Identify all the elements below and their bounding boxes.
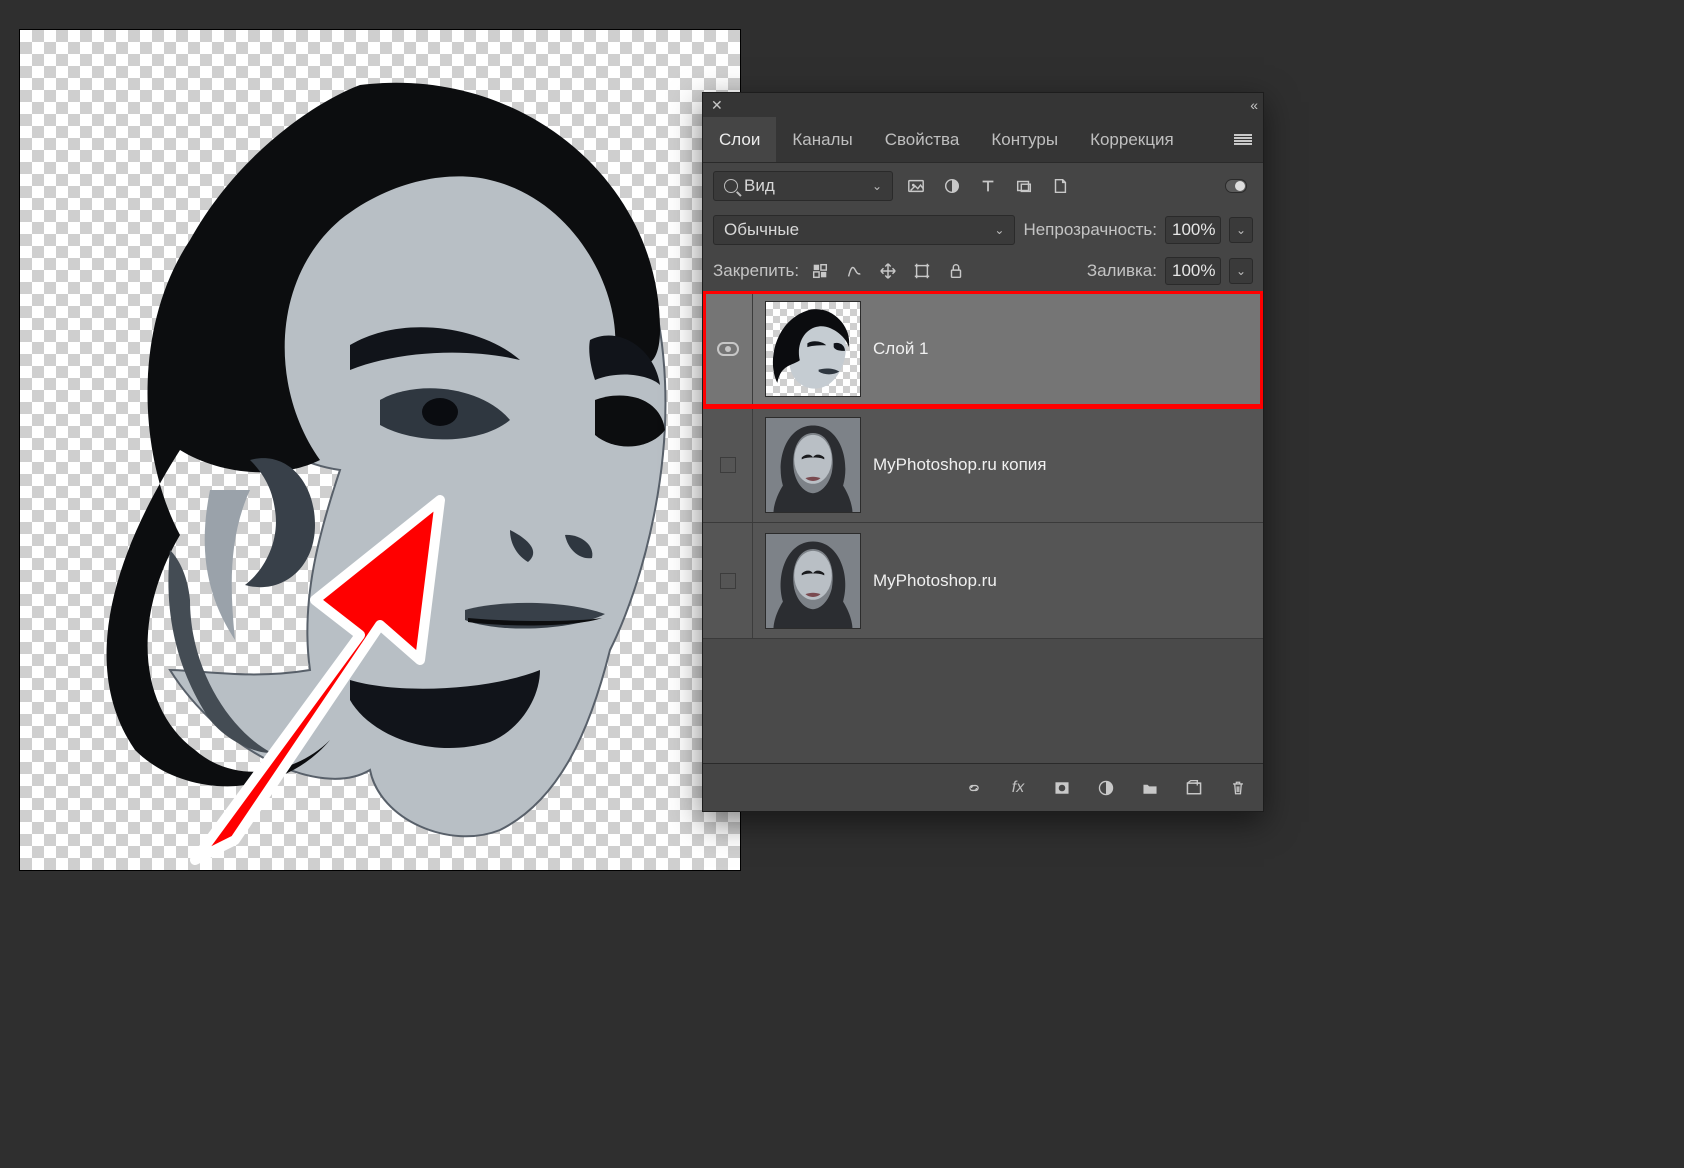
filter-kind-label: Вид bbox=[744, 176, 775, 196]
layer-thumbnail[interactable] bbox=[765, 533, 861, 629]
group-icon[interactable] bbox=[1139, 777, 1161, 799]
blend-opacity-row: Обычные ⌄ Непрозрачность: 100% ⌄ bbox=[703, 209, 1263, 251]
new-layer-icon[interactable] bbox=[1183, 777, 1205, 799]
tab-properties[interactable]: Свойства bbox=[869, 117, 976, 162]
chevron-down-icon: ⌄ bbox=[994, 223, 1004, 237]
tab-layers[interactable]: Слои bbox=[703, 117, 776, 162]
search-icon bbox=[724, 179, 738, 193]
layer-row[interactable]: MyPhotoshop.ru bbox=[703, 523, 1263, 639]
blend-mode-value: Обычные bbox=[724, 220, 799, 240]
opacity-label: Непрозрачность: bbox=[1023, 220, 1157, 240]
link-icon[interactable] bbox=[963, 777, 985, 799]
layer-row[interactable]: Слой 1 bbox=[703, 291, 1263, 407]
lock-transparency-icon[interactable] bbox=[807, 258, 833, 284]
tab-paths[interactable]: Контуры bbox=[975, 117, 1074, 162]
pixel-layer-icon[interactable] bbox=[903, 173, 929, 199]
layer-name-label[interactable]: MyPhotoshop.ru копия bbox=[873, 455, 1047, 475]
adjustment-circle-icon[interactable] bbox=[939, 173, 965, 199]
lock-label: Закрепить: bbox=[713, 261, 799, 281]
shape-icon[interactable] bbox=[1011, 173, 1037, 199]
layer-thumbnail[interactable] bbox=[765, 301, 861, 397]
tab-label: Слои bbox=[719, 130, 760, 150]
lock-artboard-icon[interactable] bbox=[909, 258, 935, 284]
layers-list: Слой 1 MyPhotoshop.ru копия bbox=[703, 291, 1263, 763]
opacity-value[interactable]: 100% bbox=[1165, 216, 1221, 244]
trash-icon[interactable] bbox=[1227, 777, 1249, 799]
tab-adjustments[interactable]: Коррекция bbox=[1074, 117, 1190, 162]
layer-filter-row: Вид ⌄ bbox=[703, 163, 1263, 209]
tab-label: Коррекция bbox=[1090, 130, 1174, 150]
collapse-icon[interactable]: « bbox=[1250, 97, 1255, 113]
opacity-slider-icon[interactable]: ⌄ bbox=[1229, 217, 1253, 243]
layer-name-label[interactable]: MyPhotoshop.ru bbox=[873, 571, 997, 591]
lock-position-icon[interactable] bbox=[875, 258, 901, 284]
layer-visibility-toggle[interactable] bbox=[703, 291, 753, 406]
eye-icon bbox=[717, 342, 739, 356]
fill-label: Заливка: bbox=[1087, 261, 1157, 281]
panel-tabs: Слои Каналы Свойства Контуры Коррекция bbox=[703, 117, 1263, 163]
lock-all-icon[interactable] bbox=[943, 258, 969, 284]
chevron-down-icon: ⌄ bbox=[872, 179, 882, 193]
tab-label: Каналы bbox=[792, 130, 852, 150]
layer-name-label[interactable]: Слой 1 bbox=[873, 339, 929, 359]
panel-menu-icon[interactable] bbox=[1223, 117, 1263, 162]
close-icon[interactable]: ✕ bbox=[711, 97, 723, 114]
fill-value[interactable]: 100% bbox=[1165, 257, 1221, 285]
layer-thumbnail[interactable] bbox=[765, 417, 861, 513]
tab-label: Свойства bbox=[885, 130, 960, 150]
layer-visibility-toggle[interactable] bbox=[703, 523, 753, 638]
visibility-off-icon bbox=[720, 573, 736, 589]
type-icon[interactable] bbox=[975, 173, 1001, 199]
panel-titlebar[interactable]: ✕ « bbox=[703, 93, 1263, 117]
panel-footer: fx bbox=[703, 763, 1263, 811]
visibility-off-icon bbox=[720, 457, 736, 473]
fx-icon[interactable]: fx bbox=[1007, 777, 1029, 799]
lock-fill-row: Закрепить: Заливка: 100% ⌄ bbox=[703, 251, 1263, 291]
tab-channels[interactable]: Каналы bbox=[776, 117, 868, 162]
blend-mode-select[interactable]: Обычные ⌄ bbox=[713, 215, 1015, 245]
lock-pixels-icon[interactable] bbox=[841, 258, 867, 284]
annotation-arrow bbox=[165, 490, 445, 870]
layers-panel[interactable]: ✕ « Слои Каналы Свойства Контуры Коррекц… bbox=[702, 92, 1264, 812]
mask-icon[interactable] bbox=[1051, 777, 1073, 799]
layer-row[interactable]: MyPhotoshop.ru копия bbox=[703, 407, 1263, 523]
filter-toggle[interactable] bbox=[1225, 179, 1247, 193]
tab-label: Контуры bbox=[991, 130, 1058, 150]
layer-visibility-toggle[interactable] bbox=[703, 407, 753, 522]
adjustment-icon[interactable] bbox=[1095, 777, 1117, 799]
fill-slider-icon[interactable]: ⌄ bbox=[1229, 258, 1253, 284]
layer-filter-kind[interactable]: Вид ⌄ bbox=[713, 171, 893, 201]
smart-object-icon[interactable] bbox=[1047, 173, 1073, 199]
